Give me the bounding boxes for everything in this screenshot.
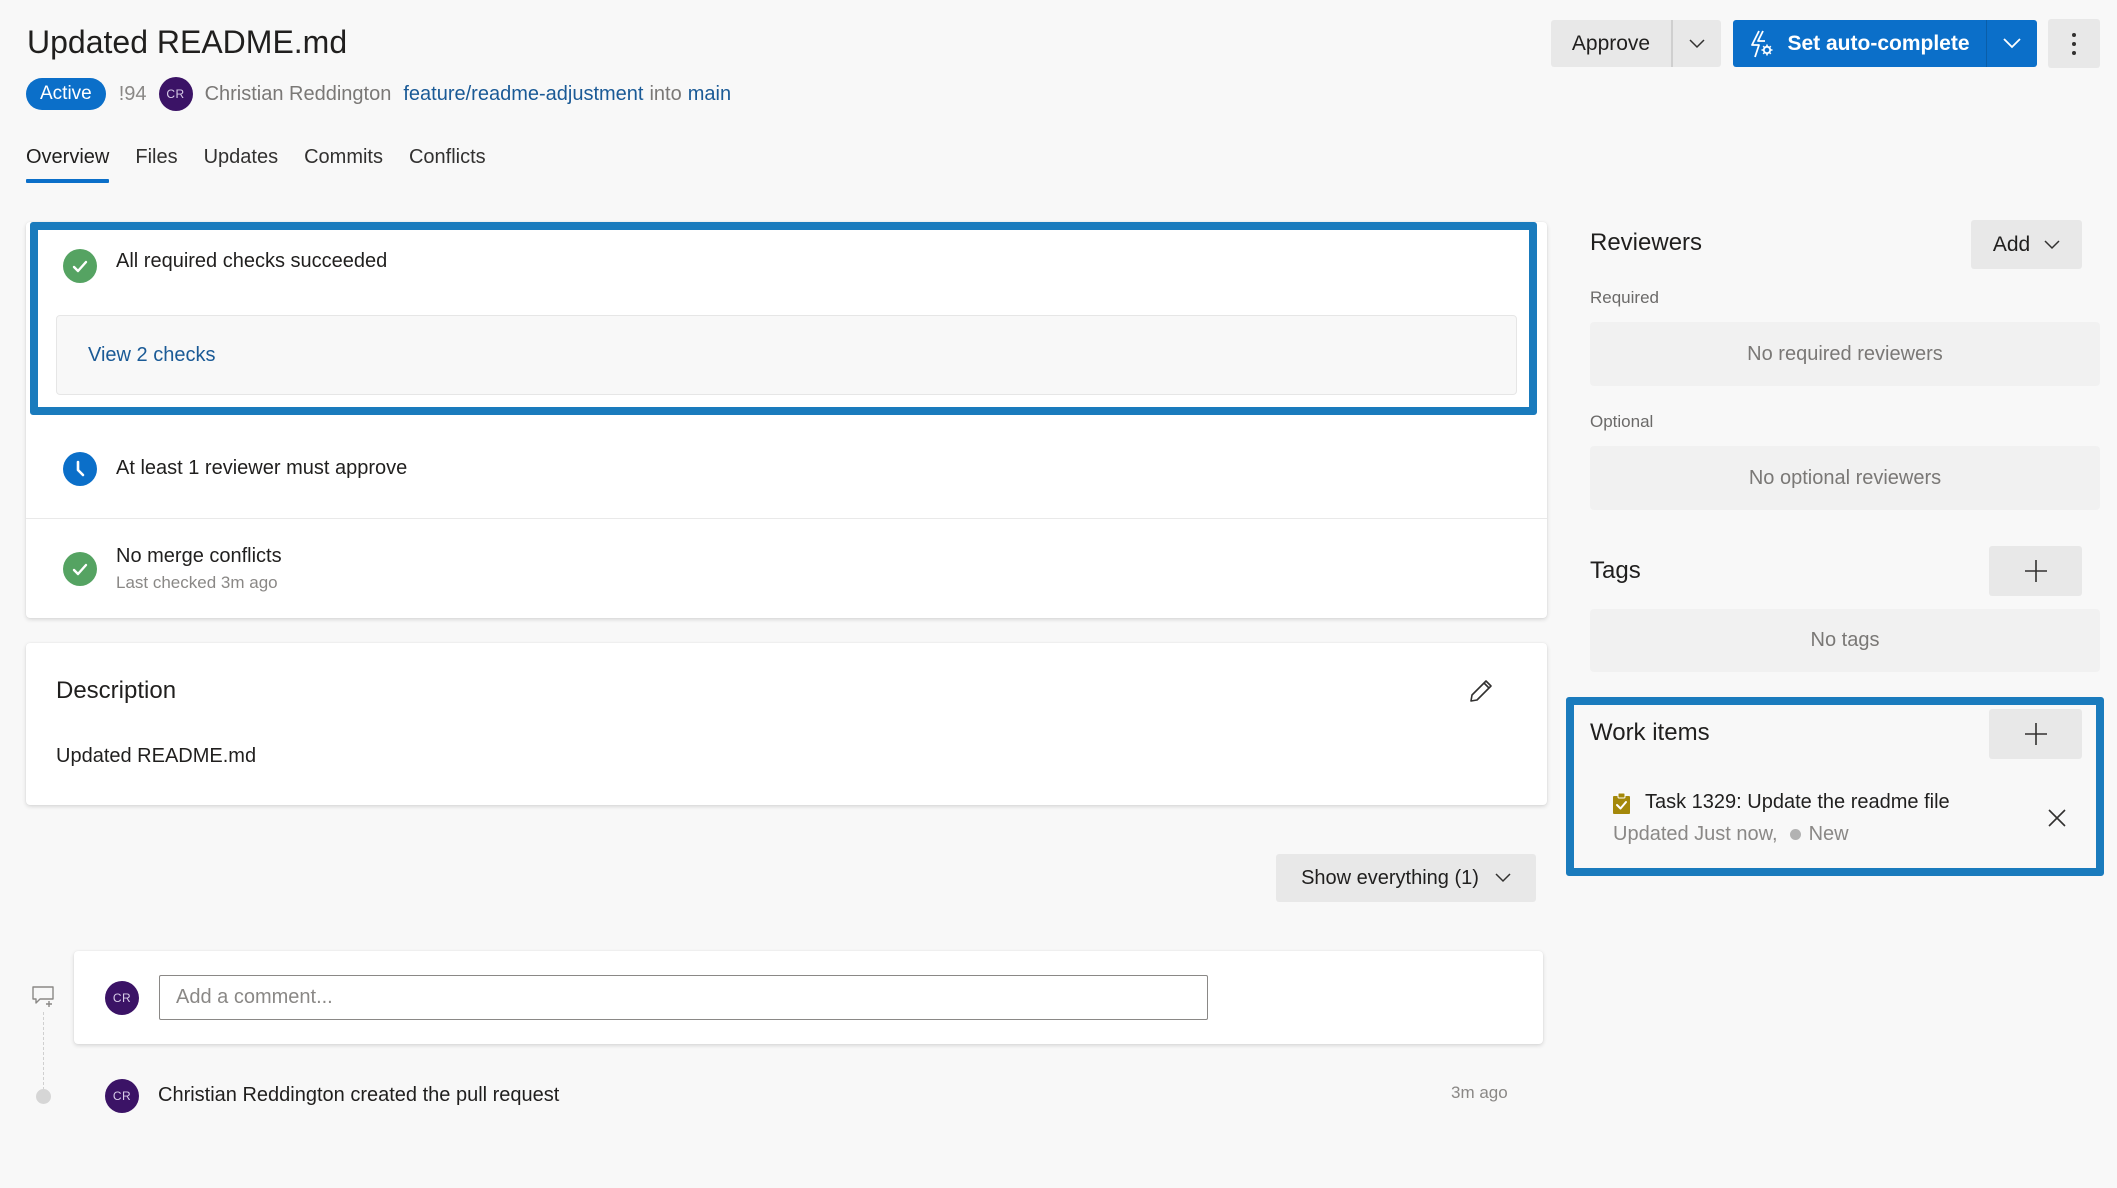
activity-event-text: Christian Reddington created the pull re… bbox=[158, 1084, 560, 1106]
add-work-item-button[interactable] bbox=[1989, 709, 2082, 759]
chevron-down-icon bbox=[2044, 239, 2060, 249]
set-auto-complete-label: Set auto-complete bbox=[1787, 31, 1970, 55]
page-title: Updated README.md bbox=[27, 24, 348, 60]
chevron-down-icon bbox=[2003, 38, 2021, 49]
approve-options-button[interactable] bbox=[1673, 20, 1721, 67]
add-tag-button[interactable] bbox=[1989, 546, 2082, 596]
work-item-updated: Updated Just now, bbox=[1613, 823, 1778, 845]
activity-filter-label: Show everything (1) bbox=[1301, 866, 1479, 889]
more-vertical-icon bbox=[2072, 32, 2076, 55]
author-name[interactable]: Christian Reddington bbox=[205, 83, 392, 106]
auto-complete-split-button: Set auto-complete bbox=[1733, 20, 2037, 67]
plus-icon bbox=[2024, 560, 2047, 582]
description-body: Updated README.md bbox=[56, 745, 257, 767]
tab-files[interactable]: Files bbox=[135, 146, 177, 183]
approve-button[interactable]: Approve bbox=[1551, 20, 1673, 67]
remove-work-item-button[interactable] bbox=[2045, 806, 2069, 830]
author-avatar[interactable]: CR bbox=[158, 77, 193, 111]
tab-overview[interactable]: Overview bbox=[26, 146, 110, 183]
lightning-gear-icon bbox=[1751, 30, 1773, 57]
approve-split-button: Approve bbox=[1551, 20, 1721, 67]
event-avatar[interactable]: CR bbox=[105, 1079, 139, 1113]
auto-complete-options-button[interactable] bbox=[1987, 20, 2037, 67]
tags-empty: No tags bbox=[1590, 609, 2100, 672]
work-item-link[interactable]: Task 1329: Update the readme file bbox=[1645, 791, 1950, 814]
timeline-line bbox=[43, 1012, 44, 1090]
chevron-down-icon bbox=[1689, 38, 1705, 48]
merge-conflicts-status: No merge conflicts bbox=[116, 545, 282, 567]
optional-reviewers-label: Optional bbox=[1590, 412, 1654, 431]
tags-title: Tags bbox=[1590, 557, 1641, 584]
task-clipboard-icon bbox=[1613, 792, 1630, 819]
plus-icon bbox=[2024, 723, 2047, 745]
description-card bbox=[26, 643, 1547, 805]
view-checks-box: View 2 checks bbox=[56, 315, 1517, 395]
tab-updates[interactable]: Updates bbox=[204, 146, 279, 183]
reviewers-title: Reviewers bbox=[1590, 229, 1703, 256]
chevron-down-icon bbox=[1495, 873, 1511, 883]
comment-avatar: CR bbox=[105, 981, 139, 1015]
timeline-dot bbox=[36, 1089, 51, 1104]
description-title: Description bbox=[56, 677, 177, 704]
required-reviewers-empty: No required reviewers bbox=[1590, 322, 2100, 386]
work-item-meta: Updated Just now, New bbox=[1613, 823, 1849, 846]
source-branch-link[interactable]: feature/readme-adjustment bbox=[403, 83, 643, 106]
tab-commits[interactable]: Commits bbox=[304, 146, 383, 183]
status-badge: Active bbox=[26, 78, 106, 110]
required-reviewers-label: Required bbox=[1590, 288, 1659, 307]
clock-icon bbox=[63, 452, 97, 486]
work-items-title: Work items bbox=[1590, 719, 1710, 746]
tab-bar: Overview Files Updates Commits Conflicts bbox=[26, 146, 486, 183]
set-auto-complete-button[interactable]: Set auto-complete bbox=[1733, 20, 1987, 67]
add-comment-icon bbox=[32, 986, 56, 1013]
pr-meta-row: Active !94 CR Christian Reddington featu… bbox=[26, 77, 731, 111]
check-circle-icon bbox=[63, 249, 97, 283]
into-label: into bbox=[649, 82, 682, 105]
target-branch-link[interactable]: main bbox=[688, 83, 731, 106]
activity-filter-dropdown[interactable]: Show everything (1) bbox=[1276, 854, 1536, 902]
reviewer-policy-status: At least 1 reviewer must approve bbox=[116, 457, 408, 479]
all-checks-status: All required checks succeeded bbox=[116, 250, 388, 272]
view-checks-link[interactable]: View 2 checks bbox=[88, 344, 215, 367]
row-divider bbox=[26, 518, 1547, 519]
work-item-state: New bbox=[1808, 823, 1849, 845]
activity-event-time: 3m ago bbox=[1451, 1083, 1508, 1102]
close-icon bbox=[2048, 809, 2066, 827]
optional-reviewers-empty: No optional reviewers bbox=[1590, 446, 2100, 510]
pr-id: !94 bbox=[118, 82, 147, 105]
add-reviewer-button[interactable]: Add bbox=[1971, 220, 2082, 269]
check-circle-icon bbox=[63, 552, 97, 586]
comment-input[interactable] bbox=[159, 975, 1208, 1020]
add-reviewer-label: Add bbox=[1992, 232, 2031, 256]
more-actions-button[interactable] bbox=[2048, 19, 2100, 68]
pencil-icon bbox=[1470, 680, 1492, 702]
tab-conflicts[interactable]: Conflicts bbox=[409, 146, 486, 183]
state-dot-icon bbox=[1789, 829, 1801, 840]
edit-description-button[interactable] bbox=[1466, 676, 1496, 706]
merge-last-checked: Last checked 3m ago bbox=[116, 573, 278, 592]
